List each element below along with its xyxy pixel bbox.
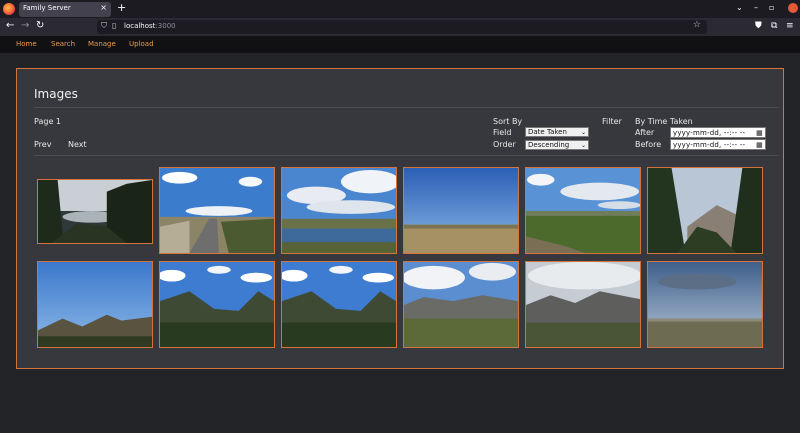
marsh-image [282, 168, 396, 253]
pocket-icon[interactable]: ⛊ [755, 21, 762, 31]
before-date-input[interactable]: yyyy-mm-dd, --:-- -- ▦ [670, 139, 766, 150]
page-number: Page 1 [34, 117, 61, 126]
divider [34, 155, 779, 156]
firefox-icon [3, 3, 15, 15]
extensions-icon[interactable]: ⧉ [771, 21, 777, 31]
image-thumbnail[interactable] [159, 167, 275, 254]
menu-icon[interactable]: ≡ [786, 21, 794, 31]
new-tab-icon[interactable]: + [117, 1, 126, 14]
sort-order-select[interactable]: Descending ⌄ [525, 140, 589, 150]
sort-field-value: Date Taken [528, 128, 567, 136]
sort-heading: Sort By [493, 117, 523, 126]
sort-field-select[interactable]: Date Taken ⌄ [525, 127, 589, 137]
filter-subheading: By Time Taken [635, 117, 693, 126]
url-host: localhost [124, 22, 156, 30]
nav-home[interactable]: Home [16, 40, 37, 48]
image-thumbnail[interactable] [403, 261, 519, 348]
shield-icon[interactable]: ⛉ [101, 21, 107, 31]
next-link[interactable]: Next [68, 140, 87, 149]
image-thumbnail[interactable] [647, 167, 763, 254]
image-thumbnail[interactable] [37, 261, 153, 348]
nav-search[interactable]: Search [51, 40, 75, 48]
url-port: :3000 [155, 22, 176, 30]
calendar-icon[interactable]: ▦ [756, 128, 763, 138]
sort-field-label: Field [493, 128, 512, 137]
tab-close-icon[interactable]: × [100, 3, 107, 12]
sort-order-label: Order [493, 140, 516, 149]
bookmark-star-icon[interactable]: ☆ [693, 20, 701, 30]
url-text: localhost:3000 [124, 22, 176, 30]
prairie-image [526, 168, 640, 253]
url-bar[interactable]: ⛉ ▯ localhost:3000 ☆ [97, 20, 707, 34]
before-label: Before [635, 140, 662, 149]
image-thumbnail[interactable] [403, 167, 519, 254]
valley-image-2 [282, 262, 396, 347]
after-date-input[interactable]: yyyy-mm-dd, --:-- -- ▦ [670, 127, 766, 138]
valley-image [160, 262, 274, 347]
image-thumbnail[interactable] [525, 261, 641, 348]
railroad-image [160, 168, 274, 253]
nav-manage[interactable]: Manage [88, 40, 116, 48]
forest-lake-image [38, 180, 152, 243]
minimize-icon[interactable]: – [754, 3, 758, 12]
prev-link[interactable]: Prev [34, 140, 51, 149]
chevron-down-icon: ⌄ [580, 129, 586, 136]
browser-toolbar: ← → ↻ ⛉ ▯ localhost:3000 ☆ ⛊ ⧉ ≡ [0, 18, 800, 36]
alpine-tundra-image [404, 262, 518, 347]
back-icon[interactable]: ← [6, 20, 14, 31]
chevron-down-icon: ⌄ [580, 142, 586, 149]
pine-mountain-image [648, 168, 762, 253]
images-panel: Images Page 1 Prev Next Sort By Field Da… [16, 68, 784, 369]
grassland-image [404, 168, 518, 253]
sort-order-value: Descending [528, 141, 570, 149]
image-thumbnail[interactable] [647, 261, 763, 348]
window-close-icon[interactable] [788, 3, 798, 13]
calendar-icon[interactable]: ▦ [756, 140, 763, 150]
image-thumbnail[interactable] [281, 167, 397, 254]
image-thumbnail[interactable] [525, 167, 641, 254]
browser-tab-bar: Family Server × + ⌄ – ▫ [0, 0, 800, 18]
divider [34, 107, 779, 108]
page-title: Images [34, 87, 78, 101]
after-label: After [635, 128, 655, 137]
site-nav: Home Search Manage Upload [0, 36, 800, 53]
image-thumbnail[interactable] [281, 261, 397, 348]
image-thumbnail[interactable] [37, 179, 153, 244]
forward-icon[interactable]: → [21, 20, 29, 31]
after-date-placeholder: yyyy-mm-dd, --:-- -- [673, 129, 746, 137]
reload-icon[interactable]: ↻ [36, 20, 44, 31]
alpine-ridge-image [526, 262, 640, 347]
browser-tab[interactable]: Family Server × [19, 2, 111, 17]
tab-list-icon[interactable]: ⌄ [736, 3, 743, 12]
page-icon: ▯ [112, 21, 117, 30]
image-thumbnail[interactable] [159, 261, 275, 348]
nav-upload[interactable]: Upload [129, 40, 154, 48]
tab-title: Family Server [23, 4, 71, 12]
mountain-blue-sky-image [38, 262, 152, 347]
stormy-plain-image [648, 262, 762, 347]
restore-icon[interactable]: ▫ [769, 3, 774, 12]
before-date-placeholder: yyyy-mm-dd, --:-- -- [673, 141, 746, 149]
filter-heading: Filter [602, 117, 622, 126]
